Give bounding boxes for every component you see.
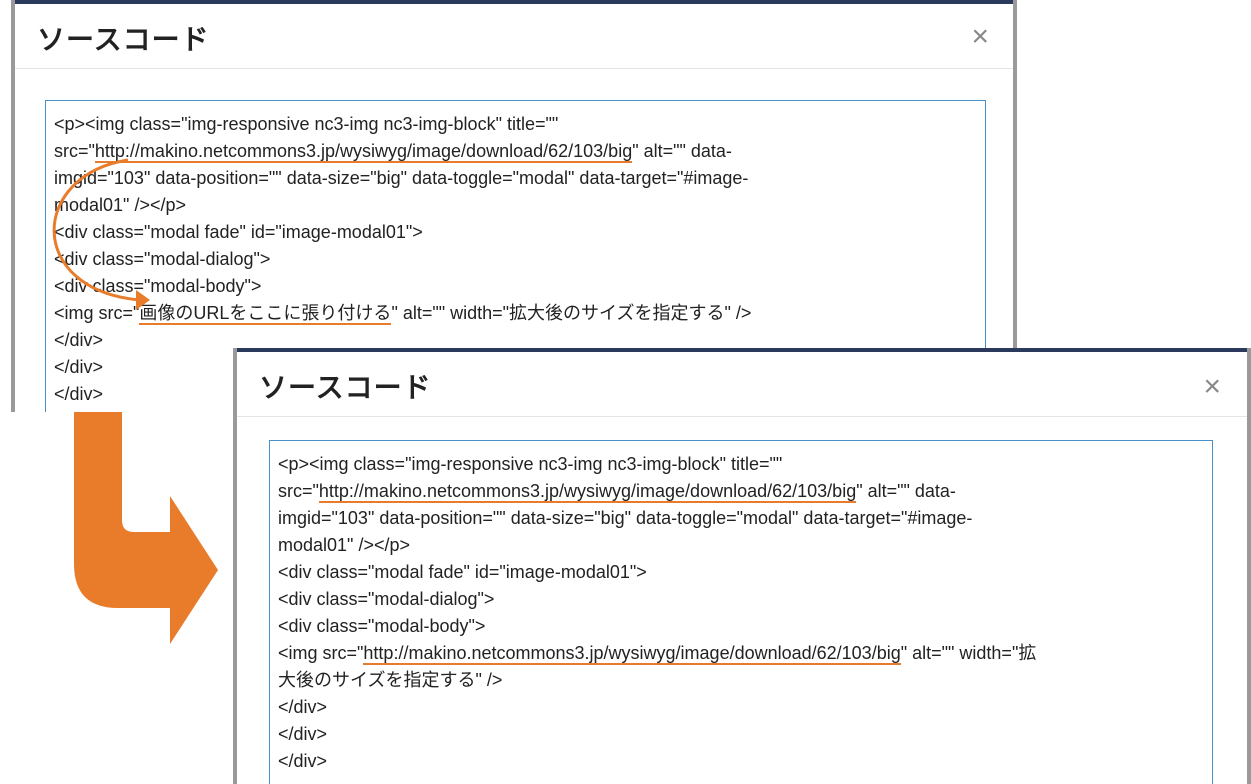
code-line: </div> bbox=[278, 721, 1204, 748]
code-line: src="http://makino.netcommons3.jp/wysiwy… bbox=[278, 478, 1204, 505]
dialog-header: ソースコード × bbox=[237, 352, 1247, 417]
code-line: <div class="modal-dialog"> bbox=[278, 586, 1204, 613]
source-code-textarea[interactable]: <p><img class="img-responsive nc3-img nc… bbox=[269, 440, 1213, 784]
close-icon[interactable]: × bbox=[971, 22, 989, 52]
highlighted-url: http://makino.netcommons3.jp/wysiwyg/ima… bbox=[363, 643, 901, 665]
code-line: <p><img class="img-responsive nc3-img nc… bbox=[54, 111, 977, 138]
source-code-dialog-after: ソースコード × <p><img class="img-responsive n… bbox=[233, 348, 1251, 784]
dialog-title: ソースコード bbox=[37, 24, 210, 55]
code-text: </div> bbox=[54, 330, 104, 350]
highlighted-url: 画像のURLをここに張り付ける bbox=[139, 303, 392, 325]
code-text: <div class="modal fade" id="image-modal0… bbox=[54, 222, 423, 242]
code-text: </div> bbox=[278, 724, 328, 744]
code-text: </div> bbox=[54, 384, 104, 404]
code-text: </div> bbox=[278, 751, 328, 771]
code-text: <img src=" bbox=[278, 643, 364, 663]
dialog-header: ソースコード × bbox=[15, 4, 1013, 69]
close-icon[interactable]: × bbox=[1203, 372, 1221, 402]
code-text: imgid="103" data-position="" data-size="… bbox=[54, 168, 749, 188]
code-line: imgid="103" data-position="" data-size="… bbox=[278, 505, 1204, 532]
code-line: <div class="modal fade" id="image-modal0… bbox=[54, 219, 977, 246]
code-line: modal01" /></p> bbox=[54, 192, 977, 219]
code-text: </div> bbox=[278, 697, 328, 717]
code-text: " alt="" width="拡 bbox=[900, 643, 1037, 663]
code-text: modal01" /></p> bbox=[54, 195, 186, 215]
code-line: 大後のサイズを指定する" /> bbox=[278, 667, 1204, 694]
code-text: <p><img class="img-responsive nc3-img nc… bbox=[54, 114, 559, 134]
code-text: " alt="" data- bbox=[632, 141, 732, 161]
highlighted-url: http://makino.netcommons3.jp/wysiwyg/ima… bbox=[94, 141, 633, 163]
code-text: </div> bbox=[54, 357, 104, 377]
code-line: <div class="modal-body"> bbox=[54, 273, 977, 300]
code-text: " alt="" data- bbox=[856, 481, 956, 501]
code-line: </div> bbox=[278, 748, 1204, 775]
code-line: <div class="modal-body"> bbox=[278, 613, 1204, 640]
code-text: <p><img class="img-responsive nc3-img nc… bbox=[278, 454, 783, 474]
code-line: <p><img class="img-responsive nc3-img nc… bbox=[278, 451, 1204, 478]
highlighted-url: http://makino.netcommons3.jp/wysiwyg/ima… bbox=[318, 481, 857, 503]
code-text: src=" bbox=[54, 141, 95, 161]
code-text: 大後のサイズを指定する" /> bbox=[278, 670, 503, 690]
code-line: <img src="http://makino.netcommons3.jp/w… bbox=[278, 640, 1204, 667]
code-line: </div> bbox=[278, 694, 1204, 721]
code-text: modal01" /></p> bbox=[278, 535, 410, 555]
code-line: <div class="modal fade" id="image-modal0… bbox=[278, 559, 1204, 586]
dialog-title: ソースコード bbox=[259, 372, 432, 403]
code-line: src="http://makino.netcommons3.jp/wysiwy… bbox=[54, 138, 977, 165]
code-text: <div class="modal-dialog"> bbox=[54, 249, 271, 269]
code-text: src=" bbox=[278, 481, 319, 501]
code-text: " alt="" width="拡大後のサイズを指定する" /> bbox=[391, 303, 752, 323]
code-text: <div class="modal fade" id="image-modal0… bbox=[278, 562, 647, 582]
code-text: <div class="modal-body"> bbox=[278, 616, 486, 636]
code-text: <img src=" bbox=[54, 303, 140, 323]
code-text: <div class="modal-body"> bbox=[54, 276, 262, 296]
bent-arrow-icon bbox=[74, 412, 218, 644]
code-line: <div class="modal-dialog"> bbox=[54, 246, 977, 273]
code-text: <div class="modal-dialog"> bbox=[278, 589, 495, 609]
code-line: imgid="103" data-position="" data-size="… bbox=[54, 165, 977, 192]
code-line: modal01" /></p> bbox=[278, 532, 1204, 559]
code-text: imgid="103" data-position="" data-size="… bbox=[278, 508, 973, 528]
code-line: <img src="画像のURLをここに張り付ける" alt="" width=… bbox=[54, 300, 977, 327]
